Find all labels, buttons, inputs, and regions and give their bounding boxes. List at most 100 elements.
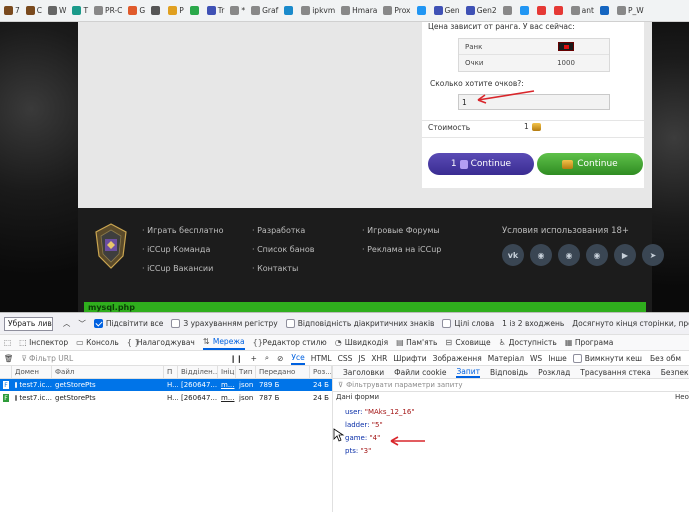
devtools-tab-label: Пам'ять [406, 338, 438, 347]
bookmark-label: ipkvm [312, 6, 336, 15]
type-filter-button[interactable]: CSS [338, 354, 353, 363]
cell-size: 24 Б [310, 379, 332, 391]
col-size[interactable]: Роз... [310, 366, 332, 378]
pause-icon[interactable]: ❙❙ [230, 354, 243, 363]
bookmark-item[interactable]: P [168, 6, 184, 15]
whole-words-checkbox[interactable]: Цілі слова [442, 319, 494, 328]
footer-col-2: · Разработка · Список банов · Контакты [252, 226, 314, 283]
bookmark-item[interactable]: ant [570, 6, 594, 15]
col-initiator[interactable]: Ініц... [218, 366, 236, 378]
devtools-tab[interactable]: ⬚ Інспектор [19, 338, 68, 347]
find-prev-icon[interactable]: ︿ [63, 318, 71, 329]
table-row[interactable]: Ftest7.ic... getStorePts H... [260647... m..… [0, 392, 332, 404]
type-filter-button[interactable]: WS [530, 354, 542, 363]
bookmark-item[interactable]: T [72, 6, 88, 15]
lock-icon [15, 382, 18, 388]
type-filter-button[interactable]: Усе [291, 351, 305, 365]
highlight-all-checkbox[interactable]: Підсвітити все [93, 319, 163, 328]
add-icon[interactable]: + [251, 354, 257, 363]
trash-icon[interactable]: 🗑 [4, 354, 14, 363]
match-case-checkbox[interactable]: З урахуванням регістру [171, 319, 278, 328]
devtools-tab[interactable]: ▦ Програма [565, 338, 614, 347]
devtools-tab[interactable]: ♿ Доступність [499, 338, 557, 347]
footer-link[interactable]: · Контакты [252, 264, 314, 283]
block-icon[interactable]: ⊘ [277, 354, 283, 363]
bookmark-item[interactable]: Gen [433, 6, 460, 15]
throttle-select[interactable]: Без обм [650, 354, 681, 363]
footer-link[interactable]: · Игровые Форумы [362, 226, 441, 245]
bookmark-item[interactable]: Hmara [341, 6, 377, 15]
bookmark-item[interactable]: * [230, 6, 245, 15]
bookmark-item[interactable]: G [128, 6, 145, 15]
bookmark-favicon-icon [128, 6, 138, 15]
type-filter-button[interactable]: HTML [311, 354, 332, 363]
footer-link[interactable]: · Список банов [252, 245, 314, 264]
find-next-icon[interactable]: ﹀ [78, 318, 86, 329]
footer-link[interactable]: · Играть бесплатно [142, 226, 223, 245]
col-file[interactable]: Файл [52, 366, 164, 378]
bookmark-item[interactable]: C [25, 6, 42, 15]
url-filter-input[interactable]: ⊽ Фільтр URL [22, 354, 222, 363]
youtube-icon[interactable]: ▶ [614, 244, 636, 266]
discord-icon[interactable]: ◉ [530, 244, 552, 266]
bookmark-label: * [241, 6, 246, 15]
pick-element-icon[interactable]: ⬚ [4, 338, 11, 347]
search-icon[interactable]: ⌕ [265, 353, 269, 363]
col-method[interactable]: П [164, 366, 178, 378]
table-row[interactable]: Ftest7.ic... getStorePts H... [260647... m..… [0, 379, 332, 391]
footer-link[interactable]: · iCCup Команда [142, 245, 223, 264]
footer-link[interactable]: · iCCup Вакансии [142, 264, 223, 283]
bookmark-item[interactable] [502, 6, 514, 15]
devtools-tab[interactable]: { } Налагоджувач [127, 338, 195, 347]
type-filter-button[interactable]: XHR [371, 354, 387, 363]
bookmark-item[interactable]: 7 [4, 6, 20, 15]
devtools-tab[interactable]: ⇅ Мережа [202, 335, 245, 350]
col-domain[interactable]: Домен [12, 366, 52, 378]
bookmark-item[interactable]: PR-C [94, 6, 122, 15]
bookmark-item[interactable] [599, 6, 611, 15]
type-filter-button[interactable]: Зображення [433, 354, 482, 363]
bookmark-item[interactable]: Gen2 [465, 6, 497, 15]
bookmark-item[interactable]: P_W [616, 6, 644, 15]
type-filter-button[interactable]: Матеріал [488, 354, 524, 363]
col-status[interactable] [0, 366, 12, 378]
devtools-tab[interactable]: ▤ Пам'ять [396, 338, 437, 347]
terms-link[interactable]: Условия использования 18+ [502, 226, 629, 236]
type-filter-button[interactable]: Шрифти [393, 354, 426, 363]
bookmark-item[interactable] [519, 6, 531, 15]
bookmark-item[interactable] [536, 6, 548, 15]
bookmark-item[interactable] [553, 6, 565, 15]
find-input[interactable]: Убрать лив [4, 316, 53, 331]
type-filter-button[interactable]: JS [358, 354, 365, 363]
bookmark-item[interactable] [151, 6, 162, 15]
devtools-tab-icon: ⊟ [445, 337, 453, 347]
diacritics-checkbox[interactable]: Відповідність діакритичних знаків [285, 319, 434, 328]
footer-link[interactable]: · Реклама на iCCup [362, 245, 441, 264]
bookmark-item[interactable] [189, 6, 201, 15]
bookmark-item[interactable]: ipkvm [301, 6, 335, 15]
col-remote[interactable]: Відділен... [178, 366, 218, 378]
type-filter-button[interactable]: Інше [548, 354, 567, 363]
bookmark-item[interactable] [416, 6, 428, 15]
bookmark-item[interactable]: Graf [251, 6, 278, 15]
bookmark-item[interactable] [284, 6, 295, 15]
bookmark-favicon-icon [383, 6, 393, 15]
col-type[interactable]: Тип [236, 366, 256, 378]
bookmark-favicon-icon [570, 6, 580, 15]
discord-alt-icon[interactable]: ◉ [558, 244, 580, 266]
devtools-tab[interactable]: ◔ Швидкодія [335, 338, 388, 347]
bookmark-favicon-icon [465, 6, 475, 15]
footer-link[interactable]: · Разработка [252, 226, 314, 245]
discord-icon[interactable]: ◉ [586, 244, 608, 266]
devtools-tab[interactable]: ⊟ Сховище [445, 338, 490, 347]
bookmark-item[interactable]: Tr [206, 6, 225, 15]
bookmark-item[interactable]: Prox [383, 6, 411, 15]
vk-icon[interactable]: vk [502, 244, 524, 266]
bookmark-item[interactable]: W [48, 6, 66, 15]
bookmark-label: Tr [217, 6, 225, 15]
telegram-icon[interactable]: ➤ [642, 244, 664, 266]
devtools-tab[interactable]: ▭ Консоль [76, 338, 119, 347]
devtools-tab[interactable]: {} Редактор стилю [253, 338, 327, 347]
disable-cache-checkbox[interactable]: Вимкнути кеш [572, 353, 642, 363]
col-transferred[interactable]: Передано [256, 366, 310, 378]
